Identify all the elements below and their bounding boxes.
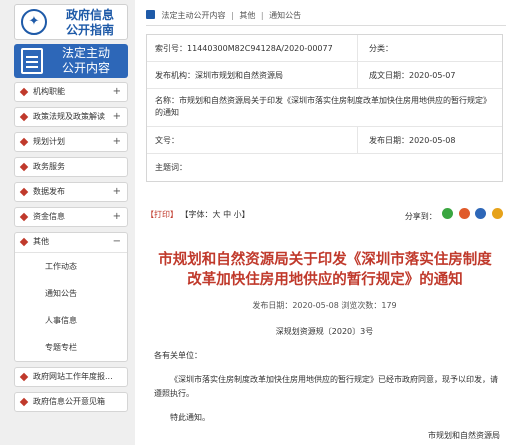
document-number: 文号：	[155, 136, 179, 145]
qq-icon[interactable]	[475, 208, 487, 219]
breadcrumb-separator: |	[260, 11, 264, 20]
metadata-row: 发布机构：深圳市规划和自然资源局 成文日期：2020-05-07	[147, 62, 502, 89]
metadata-row: 索引号：11440300M82C94128A/2020-00077 分类：	[147, 35, 502, 62]
weibo-icon[interactable]	[458, 208, 470, 219]
print-button[interactable]: 【打印】	[146, 210, 178, 219]
wechat-icon[interactable]	[442, 208, 454, 219]
info-guide-link[interactable]: ✦ 政府信息 公开指南	[14, 4, 128, 40]
sidebar-menu: 机构职能 + 政策法规及政策解读 + 规划计划 + 政务服务 数据发布 + 资金…	[14, 82, 128, 417]
bullet-icon	[19, 137, 29, 147]
document-title: 市规划和自然资源局关于印发《深圳市落实住房制度改革加快住房用地供应的暂行规定》的…	[158, 252, 492, 288]
expand-icon: +	[112, 211, 121, 222]
sidebar-item-functions[interactable]: 机构职能 +	[14, 82, 128, 102]
compass-icon: ✦	[21, 9, 47, 35]
bullet-icon	[19, 87, 29, 97]
share-label: 分享到：	[404, 212, 437, 221]
breadcrumb-item[interactable]: 通知公告	[269, 11, 301, 20]
sidebar-subitem-topics[interactable]: 专题专栏	[15, 334, 127, 361]
sidebar-item-label: 机构职能	[33, 87, 65, 96]
metadata-row: 主题词：	[147, 154, 502, 181]
sidebar-item-label: 资金信息	[33, 212, 65, 221]
document-icon	[21, 48, 43, 74]
sidebar-item-label: 政府网站工作年度报...	[33, 372, 113, 381]
active-section-title: 法定主动 公开内容	[50, 46, 122, 76]
body-paragraph: 《深圳市落实住房制度改革加快住房用地供应的暂行规定》已经市政府同意，现予以印发，…	[154, 375, 498, 398]
guide-title-line2: 公开指南	[65, 23, 114, 37]
expand-icon: +	[112, 111, 121, 122]
sidebar-item-services[interactable]: 政务服务	[14, 157, 128, 177]
active-section-header[interactable]: 法定主动 公开内容	[14, 44, 128, 78]
expand-icon: +	[112, 186, 121, 197]
page: ✦ 政府信息 公开指南 法定主动 公开内容 机构职能 + 政策法规及政策解读 +…	[0, 0, 510, 445]
breadcrumb: 法定主动公开内容 | 其他 | 通知公告	[146, 8, 506, 26]
body-paragraph: 特此通知。	[170, 413, 210, 422]
sidebar-subitem-work-news[interactable]: 工作动态	[15, 253, 127, 280]
sidebar-item-label: 数据发布	[33, 187, 65, 196]
sidebar-item-label: 政策法规及政策解读	[33, 112, 105, 121]
qzone-icon[interactable]	[492, 208, 503, 219]
signature: 市规划和自然资源局	[428, 431, 500, 440]
metadata-row: 名称：市规划和自然资源局关于印发《深圳市落实住房制度改革加快住房用地供应的暂行规…	[147, 89, 502, 127]
sidebar-item-funds[interactable]: 资金信息 +	[14, 207, 128, 227]
share-bar: 分享到：	[405, 206, 503, 226]
sidebar-item-policies[interactable]: 政策法规及政策解读 +	[14, 107, 128, 127]
guide-title: 政府信息 公开指南	[55, 8, 125, 38]
sidebar-item-label: 政务服务	[33, 162, 65, 171]
bullet-icon	[19, 237, 29, 247]
breadcrumb-item[interactable]: 其他	[239, 11, 255, 20]
document-name: 名称：市规划和自然资源局关于印发《深圳市落实住房制度改革加快住房用地供应的暂行规…	[155, 96, 491, 117]
article-tools: 【打印】 【字体：大 中 小】 分享到：	[146, 206, 503, 224]
breadcrumb-item[interactable]: 法定主动公开内容	[162, 11, 226, 20]
bullet-icon	[19, 212, 29, 222]
metadata-table: 索引号：11440300M82C94128A/2020-00077 分类： 发布…	[146, 34, 503, 182]
guide-title-line1: 政府信息	[65, 8, 114, 22]
bullet-icon	[19, 187, 29, 197]
issuer: 发布机构：深圳市规划和自然资源局	[155, 71, 283, 80]
document-number-line: 深规划资源规〔2020〕3号	[275, 327, 374, 336]
salutation: 各有关单位：	[154, 351, 202, 360]
active-title-line2: 公开内容	[61, 61, 110, 75]
sidebar-submenu-other: 其他 − 工作动态 通知公告 人事信息 专题专栏	[14, 232, 128, 362]
sidebar-subitem-notices[interactable]: 通知公告	[15, 280, 127, 307]
bullet-icon	[19, 162, 29, 172]
bullet-icon	[19, 397, 29, 407]
sidebar-item-data[interactable]: 数据发布 +	[14, 182, 128, 202]
main-content: 法定主动公开内容 | 其他 | 通知公告 索引号：11440300M82C941…	[140, 0, 510, 445]
published-date: 发布日期：2020-05-08	[369, 136, 456, 145]
sidebar-item-label: 其他	[33, 237, 49, 246]
sidebar-item-plans[interactable]: 规划计划 +	[14, 132, 128, 152]
expand-icon: +	[112, 136, 121, 147]
sidebar-subitem-personnel[interactable]: 人事信息	[15, 307, 127, 334]
sidebar-item-other[interactable]: 其他 −	[15, 233, 127, 253]
document-body: 各有关单位： 《深圳市落实住房制度改革加快住房用地供应的暂行规定》已经市政府同意…	[154, 349, 499, 435]
document-info: 发布日期：2020-05-08 浏览次数：179	[252, 301, 397, 310]
bullet-icon	[19, 112, 29, 122]
sidebar-item-label: 规划计划	[33, 137, 65, 146]
sidebar: ✦ 政府信息 公开指南 法定主动 公开内容 机构职能 + 政策法规及政策解读 +…	[0, 0, 135, 445]
index-number: 索引号：11440300M82C94128A/2020-00077	[155, 44, 333, 53]
home-icon[interactable]	[146, 10, 155, 19]
sidebar-item-label: 政府信息公开意见箱	[33, 397, 105, 406]
font-size-selector[interactable]: 【字体：大 中 小】	[181, 210, 250, 219]
created-date: 成文日期：2020-05-07	[369, 71, 456, 80]
active-title-line1: 法定主动	[61, 46, 110, 60]
expand-icon: +	[112, 86, 121, 97]
collapse-icon: −	[112, 236, 121, 247]
subject-words: 主题词：	[155, 163, 187, 172]
breadcrumb-separator: |	[231, 11, 234, 20]
category: 分类：	[369, 44, 393, 53]
bullet-icon	[19, 372, 29, 382]
metadata-row: 文号： 发布日期：2020-05-08	[147, 127, 502, 154]
sidebar-item-feedback-box[interactable]: 政府信息公开意见箱	[14, 392, 128, 412]
sidebar-item-annual-report[interactable]: 政府网站工作年度报...	[14, 367, 128, 387]
